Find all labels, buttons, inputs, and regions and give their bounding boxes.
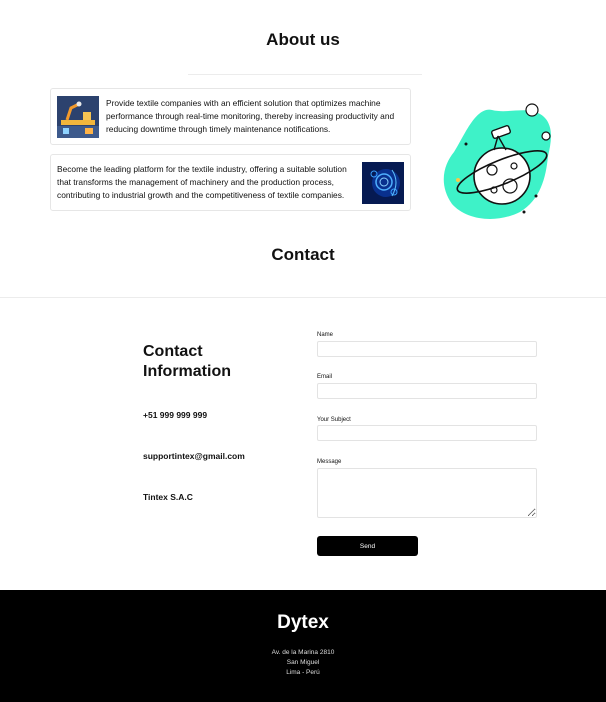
message-label: Message: [317, 459, 342, 465]
mission-text: Provide textile companies with an effici…: [106, 98, 395, 134]
footer-address-line2: San Miguel: [286, 659, 320, 666]
footer-address-line3: Lima - Perú: [286, 669, 320, 676]
email-input[interactable]: [317, 383, 537, 399]
contact-info-heading: Contact Information: [143, 343, 231, 380]
vision-text: Become the leading platform for the text…: [57, 164, 347, 200]
send-button[interactable]: Send: [317, 536, 418, 556]
contact-company: Tintex S.A.C: [143, 492, 193, 502]
about-title: About us: [266, 30, 340, 49]
footer-brand: Dytex: [277, 612, 329, 633]
about-divider: [188, 74, 422, 75]
subject-label: Your Subject: [317, 417, 351, 423]
vision-card: Become the leading platform for the text…: [50, 154, 411, 211]
message-textarea[interactable]: [317, 468, 537, 518]
contact-title: Contact: [271, 245, 335, 264]
astronaut-planet-illustration: [436, 100, 560, 224]
name-input[interactable]: [317, 341, 537, 357]
email-label: Email: [317, 374, 333, 380]
footer: Dytex Av. de la Marina 2810 San Miguel L…: [0, 590, 606, 702]
contact-divider: [0, 297, 606, 298]
contact-phone: +51 999 999 999: [143, 410, 208, 420]
mission-card: Provide textile companies with an effici…: [50, 88, 411, 145]
digital-head-image: [362, 161, 404, 204]
factory-robot-image: [57, 95, 99, 138]
name-label: Name: [317, 332, 334, 338]
subject-input[interactable]: [317, 425, 537, 441]
contact-email: supportintex@gmail.com: [143, 451, 245, 461]
footer-address-line1: Av. de la Marina 2810: [271, 649, 335, 656]
